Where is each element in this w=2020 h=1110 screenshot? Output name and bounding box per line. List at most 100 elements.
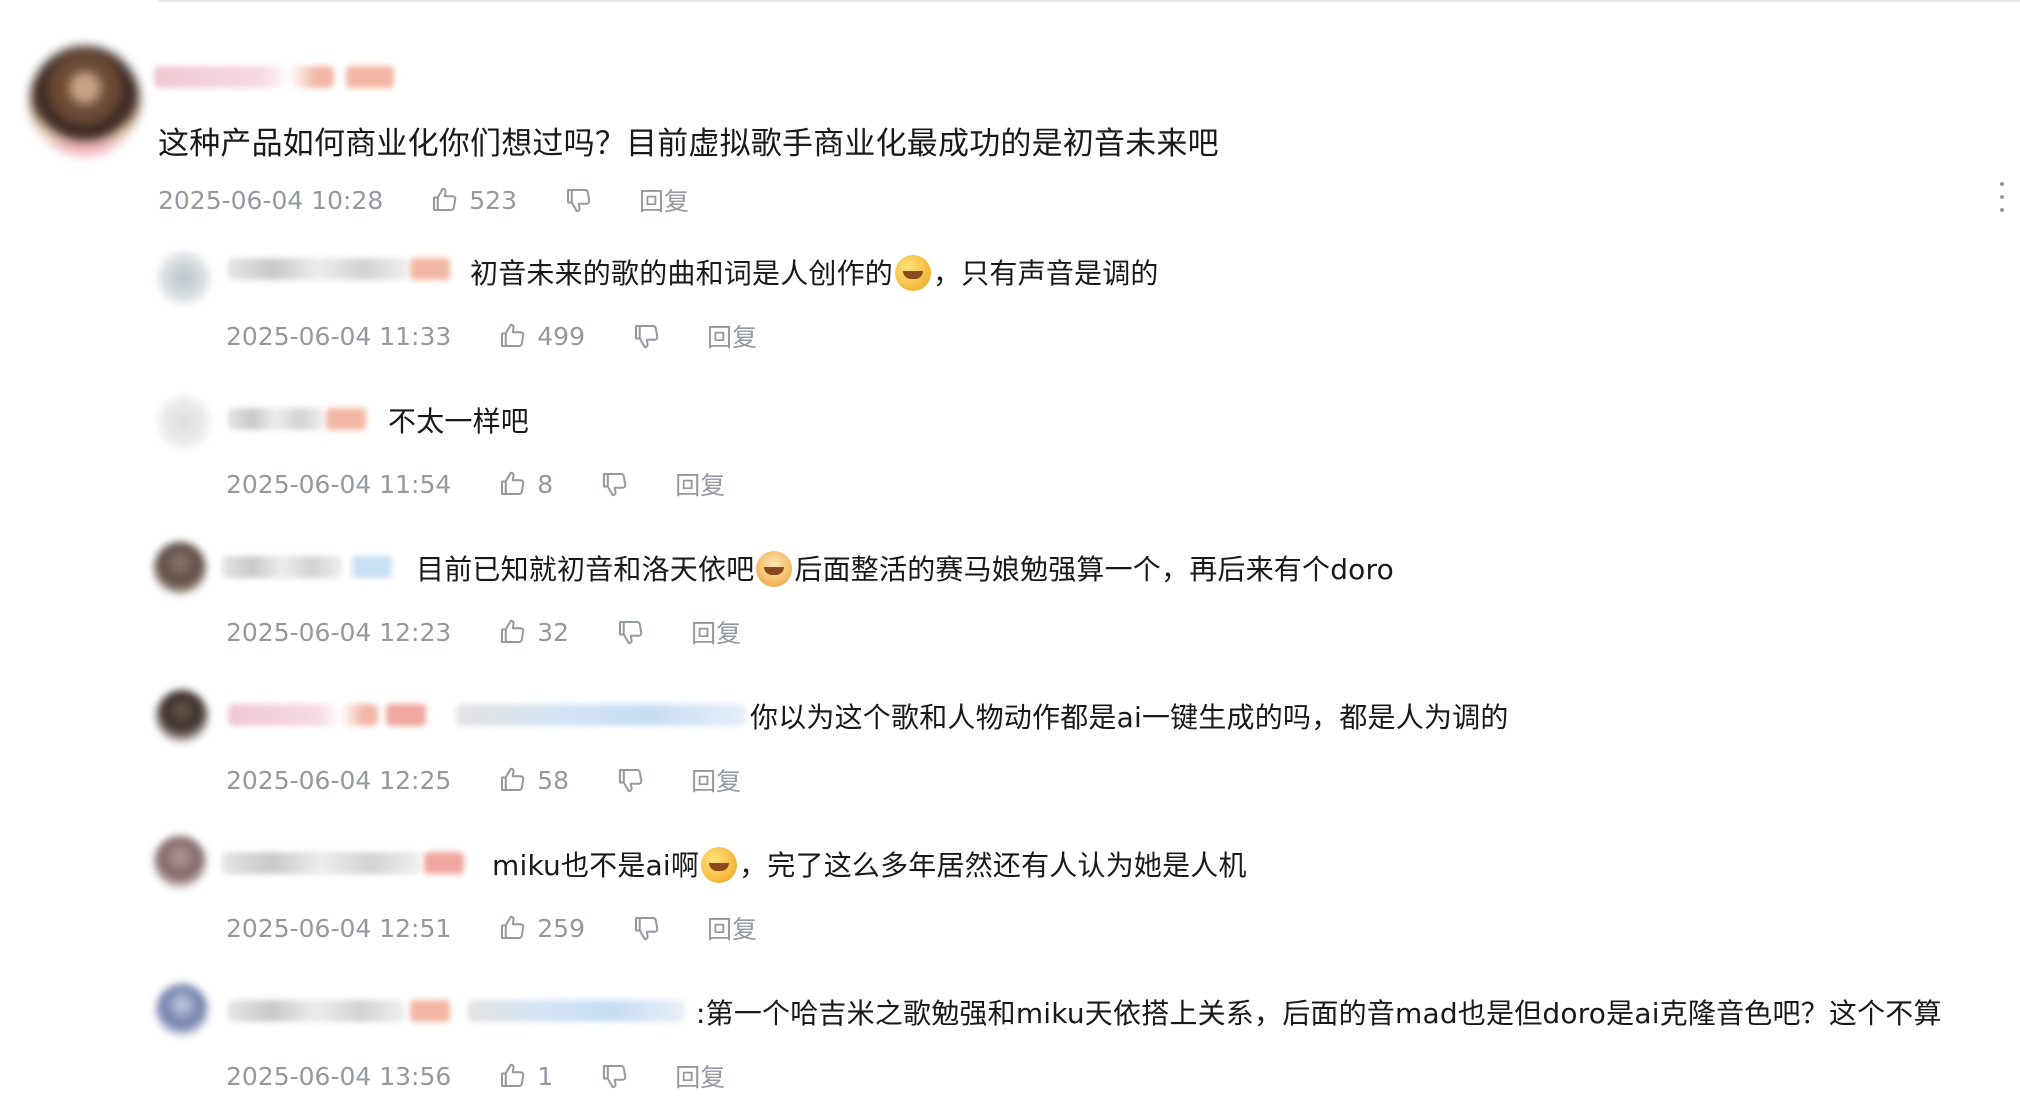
thumbs-up-icon: [501, 323, 525, 347]
comment-meta: 2025-06-04 10:28 523 回复: [158, 182, 689, 218]
username[interactable]: [154, 66, 334, 88]
reply-user-badge: [352, 556, 392, 578]
reply-meta: 2025-06-04 11:33 499 回复: [226, 318, 757, 354]
reply-time: 2025-06-04 11:33: [226, 321, 452, 351]
top-divider: [158, 0, 2020, 2]
reply-avatar[interactable]: [158, 252, 210, 304]
dislike-button[interactable]: [599, 1061, 629, 1091]
dislike-button[interactable]: [631, 913, 661, 943]
like-button[interactable]: 58: [497, 765, 569, 795]
reply-button[interactable]: 回复: [691, 614, 741, 650]
reply-text-part: ，完了这么多年居然还有人认为她是人机: [739, 849, 1247, 882]
more-vertical-icon[interactable]: [2000, 182, 2006, 212]
like-button[interactable]: 1: [497, 1061, 553, 1091]
reply-text-part: 后面整活的赛马娘勉强算一个，再后来有个doro: [794, 553, 1394, 586]
thumbs-up-icon: [433, 187, 457, 211]
reply-meta: 2025-06-04 12:51 259 回复: [226, 910, 757, 946]
comment-time: 2025-06-04 10:28: [158, 185, 384, 215]
reply-user-badge: [410, 258, 450, 280]
reply-text-part: miku也不是ai啊: [492, 849, 700, 882]
like-count: 8: [537, 469, 554, 499]
comment-text: 这种产品如何商业化你们想过吗？目前虚拟歌手商业化最成功的是初音未来吧: [158, 126, 1219, 162]
reply-button[interactable]: 回复: [707, 910, 757, 946]
reply-text: 目前已知就初音和洛天依吧 后面整活的赛马娘勉强算一个，再后来有个doro: [416, 548, 1394, 588]
like-count: 259: [537, 913, 585, 943]
thumbs-down-icon: [603, 1065, 627, 1089]
avatar[interactable]: [30, 46, 140, 156]
like-count: 1: [537, 1061, 554, 1091]
reply-text: miku也不是ai啊 ，完了这么多年居然还有人认为她是人机: [492, 844, 1247, 884]
crying-laughing-emoji-icon: [895, 255, 932, 291]
reply-time: 2025-06-04 12:51: [226, 913, 452, 943]
reply-username[interactable]: [228, 408, 324, 430]
reply-meta: 2025-06-04 11:54 8 回复: [226, 466, 725, 502]
reply-to-username[interactable]: [456, 704, 746, 726]
reply-username[interactable]: [222, 852, 420, 874]
like-button[interactable]: 499: [497, 321, 585, 351]
thumbs-down-icon: [619, 621, 643, 645]
like-count: 58: [537, 765, 570, 795]
reply-meta: 2025-06-04 12:23 32 回复: [226, 614, 741, 650]
reply-username[interactable]: [228, 258, 408, 280]
doge-emoji-icon: [756, 551, 793, 587]
reply-meta: 2025-06-04 12:25 58 回复: [226, 762, 741, 798]
reply-text: 不太一样吧: [388, 405, 530, 438]
dislike-button[interactable]: [599, 469, 629, 499]
dislike-button[interactable]: [615, 617, 645, 647]
reply-button[interactable]: 回复: [639, 182, 689, 218]
reply-button[interactable]: 回复: [707, 318, 757, 354]
like-button[interactable]: 8: [497, 469, 553, 499]
reply-username[interactable]: [228, 1000, 404, 1022]
reply-text-part: ，只有声音是调的: [933, 257, 1159, 290]
thumbs-down-icon: [619, 769, 643, 793]
reply-meta: 2025-06-04 13:56 1 回复: [226, 1058, 725, 1094]
reply-text: 初音未来的歌的曲和词是人创作的 ，只有声音是调的: [470, 252, 1159, 292]
reply-time: 2025-06-04 12:23: [226, 617, 452, 647]
reply-to-username[interactable]: [468, 1000, 684, 1022]
like-button[interactable]: 259: [497, 913, 585, 943]
reply-username[interactable]: [228, 704, 378, 726]
like-count: 32: [537, 617, 570, 647]
reply-user-badge: [424, 852, 464, 874]
thumbs-up-icon: [501, 1063, 525, 1087]
reply-avatar[interactable]: [156, 690, 208, 742]
dislike-button[interactable]: [615, 765, 645, 795]
reply-avatar[interactable]: [158, 396, 210, 448]
reply-avatar[interactable]: [156, 984, 208, 1036]
reply-avatar[interactable]: [154, 542, 206, 594]
thumbs-up-icon: [501, 471, 525, 495]
crying-laughing-emoji-icon: [701, 847, 738, 883]
like-count: 523: [469, 185, 517, 215]
like-button[interactable]: 32: [497, 617, 569, 647]
reply-time: 2025-06-04 11:54: [226, 469, 452, 499]
user-badge: [346, 66, 394, 88]
reply-button[interactable]: 回复: [691, 762, 741, 798]
more-dot: [2000, 182, 2004, 186]
more-dot: [2000, 195, 2004, 199]
reply-button[interactable]: 回复: [675, 466, 725, 502]
reply-avatar[interactable]: [154, 836, 206, 888]
reply-text-part: 目前已知就初音和洛天依吧: [416, 553, 755, 586]
dislike-button[interactable]: [631, 321, 661, 351]
thumbs-up-icon: [501, 619, 525, 643]
reply-text-part: 初音未来的歌的曲和词是人创作的: [470, 257, 894, 290]
like-count: 499: [537, 321, 585, 351]
like-button[interactable]: 523: [429, 185, 517, 215]
reply-time: 2025-06-04 12:25: [226, 765, 452, 795]
reply-user-badge: [326, 408, 366, 430]
reply-time: 2025-06-04 13:56: [226, 1061, 452, 1091]
thumbs-up-icon: [501, 767, 525, 791]
reply-user-badge: [386, 704, 426, 726]
reply-text: :第一个哈吉米之歌勉强和miku天依搭上关系，后面的音mad也是但doro是ai…: [696, 997, 1942, 1030]
thumbs-down-icon: [603, 473, 627, 497]
thumbs-down-icon: [567, 189, 591, 213]
reply-button[interactable]: 回复: [675, 1058, 725, 1094]
more-dot: [2000, 208, 2004, 212]
dislike-button[interactable]: [563, 185, 593, 215]
thumbs-down-icon: [635, 325, 659, 349]
reply-text: 你以为这个歌和人物动作都是ai一键生成的吗，都是人为调的: [750, 701, 1509, 734]
thumbs-down-icon: [635, 917, 659, 941]
reply-user-badge: [410, 1000, 450, 1022]
thumbs-up-icon: [501, 915, 525, 939]
reply-username[interactable]: [222, 556, 342, 578]
